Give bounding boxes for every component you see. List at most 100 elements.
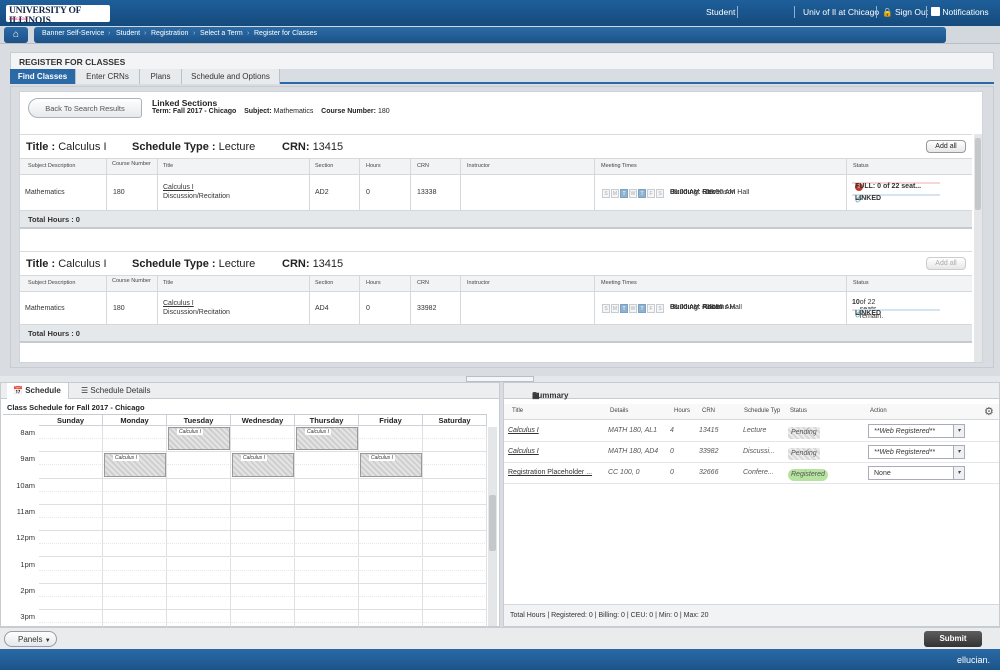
col-meeting-times[interactable]: Meeting Times — [601, 163, 637, 169]
notifications-link[interactable]: Notifications — [931, 7, 989, 17]
gear-icon[interactable]: ⚙ — [984, 405, 994, 418]
action-select[interactable]: None ▾ — [868, 466, 965, 480]
linked-sections-heading: Linked Sections — [152, 98, 218, 108]
col-section[interactable]: Section — [315, 280, 333, 286]
action-select-value: **Web Registered** — [874, 428, 935, 435]
half-hour-line — [39, 452, 103, 466]
schedule-scrollbar[interactable] — [488, 427, 497, 626]
col-crn[interactable]: CRN — [417, 163, 429, 169]
status-linked-badge[interactable]: 🔗 LINKED — [852, 194, 940, 203]
col-hours[interactable]: Hours — [674, 408, 690, 414]
half-hour-line — [39, 531, 103, 545]
breadcrumb-registration[interactable]: Registration — [151, 30, 188, 37]
breadcrumb-banner[interactable]: Banner Self-Service — [42, 30, 104, 37]
col-instructor[interactable]: Instructor — [467, 163, 490, 169]
half-hour-line — [39, 479, 103, 492]
scrollbar-thumb[interactable] — [489, 495, 496, 551]
table-row[interactable]: Mathematics 180 Calculus I Discussion/Re… — [20, 292, 972, 325]
day-friday: F — [647, 304, 655, 313]
chevron-down-icon[interactable]: ▾ — [953, 425, 964, 437]
campus-menu[interactable]: Univ of Il at Chicago — [803, 7, 879, 17]
breadcrumb-student[interactable]: Student — [116, 30, 140, 37]
class-block[interactable]: Calculus I — [168, 427, 230, 451]
signout-link[interactable]: 🔒 Sign Out — [882, 7, 928, 18]
col-status[interactable]: Status — [790, 408, 807, 414]
tab-enter-crns[interactable]: Enter CRNs — [76, 69, 140, 84]
half-hour-line — [359, 426, 423, 440]
col-course-number[interactable]: Course Number — [112, 161, 151, 167]
add-all-button[interactable]: Add all — [926, 257, 966, 270]
col-hours[interactable]: Hours — [366, 280, 381, 286]
summary-row[interactable]: Calculus I MATH 180, AD4 0 33982 Discussi...… — [504, 442, 999, 463]
col-title[interactable]: Title — [163, 163, 173, 169]
half-hour-line — [295, 558, 359, 571]
half-hour-line — [423, 584, 487, 597]
submit-button[interactable]: Submit — [924, 631, 982, 647]
col-status[interactable]: Status — [853, 163, 869, 169]
action-select[interactable]: **Web Registered** ▾ — [868, 445, 965, 459]
university-logo[interactable]: UNIVERSITY OF ILLINOIS CHICAGO — [6, 5, 110, 26]
summary-title-link[interactable]: Registration Placeholder ... — [508, 469, 592, 476]
day-header: Sunday — [39, 415, 103, 426]
action-select[interactable]: **Web Registered** ▾ — [868, 424, 965, 438]
col-title[interactable]: Title — [512, 408, 523, 414]
tab-schedule[interactable]: 📅 Schedule — [7, 383, 69, 399]
col-title[interactable]: Title — [163, 280, 173, 286]
summary-title-link[interactable]: Calculus I — [508, 448, 539, 455]
lock-icon: 🔒 — [882, 7, 893, 17]
col-schedule-type[interactable]: Schedule Typ — [744, 408, 780, 414]
total-hours: Total Hours : 0 — [28, 215, 80, 224]
class-block-label: Calculus I — [177, 429, 203, 435]
title-link[interactable]: Calculus I — [163, 300, 194, 307]
col-subject[interactable]: Subject Description — [28, 163, 75, 169]
tab-schedule-options[interactable]: Schedule and Options — [182, 69, 280, 84]
panels-button[interactable]: Panels ▼ — [4, 631, 57, 647]
chevron-down-icon[interactable]: ▾ — [953, 467, 964, 479]
col-course-number[interactable]: Course Number — [112, 278, 151, 284]
col-hours[interactable]: Hours — [366, 163, 381, 169]
tab-schedule-details[interactable]: ☰ Schedule Details — [75, 383, 165, 399]
col-instructor[interactable]: Instructor — [467, 280, 490, 286]
page-title: REGISTER FOR CLASSES — [19, 57, 126, 67]
subject-value: Mathematics — [273, 108, 314, 115]
col-crn[interactable]: CRN — [417, 280, 429, 286]
chevron-down-icon[interactable]: ▾ — [953, 446, 964, 458]
add-all-button[interactable]: Add all — [926, 140, 966, 153]
col-action[interactable]: Action — [870, 408, 887, 414]
col-crn[interactable]: CRN — [702, 408, 715, 414]
class-block[interactable]: Calculus I — [232, 453, 294, 477]
tab-plans[interactable]: Plans — [140, 69, 182, 84]
col-status[interactable]: Status — [853, 280, 869, 286]
chevron-right-icon: › — [144, 30, 147, 37]
status-linked-badge[interactable]: 🔗 LINKED — [852, 309, 940, 318]
cell-hours: 0 — [366, 305, 370, 312]
half-hour-line — [231, 479, 295, 492]
course-value: 180 — [377, 108, 390, 115]
scrollbar-thumb[interactable] — [975, 138, 981, 210]
table-row[interactable]: Mathematics 180 Calculus I Discussion/Re… — [20, 175, 972, 211]
cell-subject: Mathematics — [25, 305, 65, 312]
back-to-search-button[interactable]: Back To Search Results — [28, 98, 142, 118]
class-block[interactable]: Calculus I — [360, 453, 422, 477]
col-meeting-times[interactable]: Meeting Times — [601, 280, 637, 286]
class-block[interactable]: Calculus I — [296, 427, 358, 451]
breadcrumb-select-term[interactable]: Select a Term — [200, 30, 243, 37]
student-menu[interactable]: Student — [706, 7, 735, 17]
col-subject[interactable]: Subject Description — [28, 280, 75, 286]
term-label: Term: — [152, 108, 171, 115]
col-section[interactable]: Section — [315, 163, 333, 169]
class-block[interactable]: Calculus I — [104, 453, 166, 477]
day-wednesday: W — [629, 304, 637, 313]
hour-label: 2pm — [20, 585, 35, 595]
section-scrollbar[interactable] — [974, 134, 982, 362]
home-icon[interactable]: ⌂ — [4, 27, 28, 43]
summary-hours: 0 — [670, 469, 674, 476]
col-details[interactable]: Details — [610, 408, 628, 414]
title-link[interactable]: Calculus I — [163, 184, 194, 191]
summary-row[interactable]: Registration Placeholder ... CC 100, 0 0 32… — [504, 463, 999, 484]
summary-row[interactable]: Calculus I MATH 180, AL1 4 13415 Lecture Pend… — [504, 421, 999, 442]
section-title: Title : Calculus I — [26, 258, 107, 270]
tab-find-classes[interactable]: Find Classes — [10, 69, 76, 84]
summary-title-link[interactable]: Calculus I — [508, 427, 539, 434]
half-hour-line — [359, 584, 423, 597]
